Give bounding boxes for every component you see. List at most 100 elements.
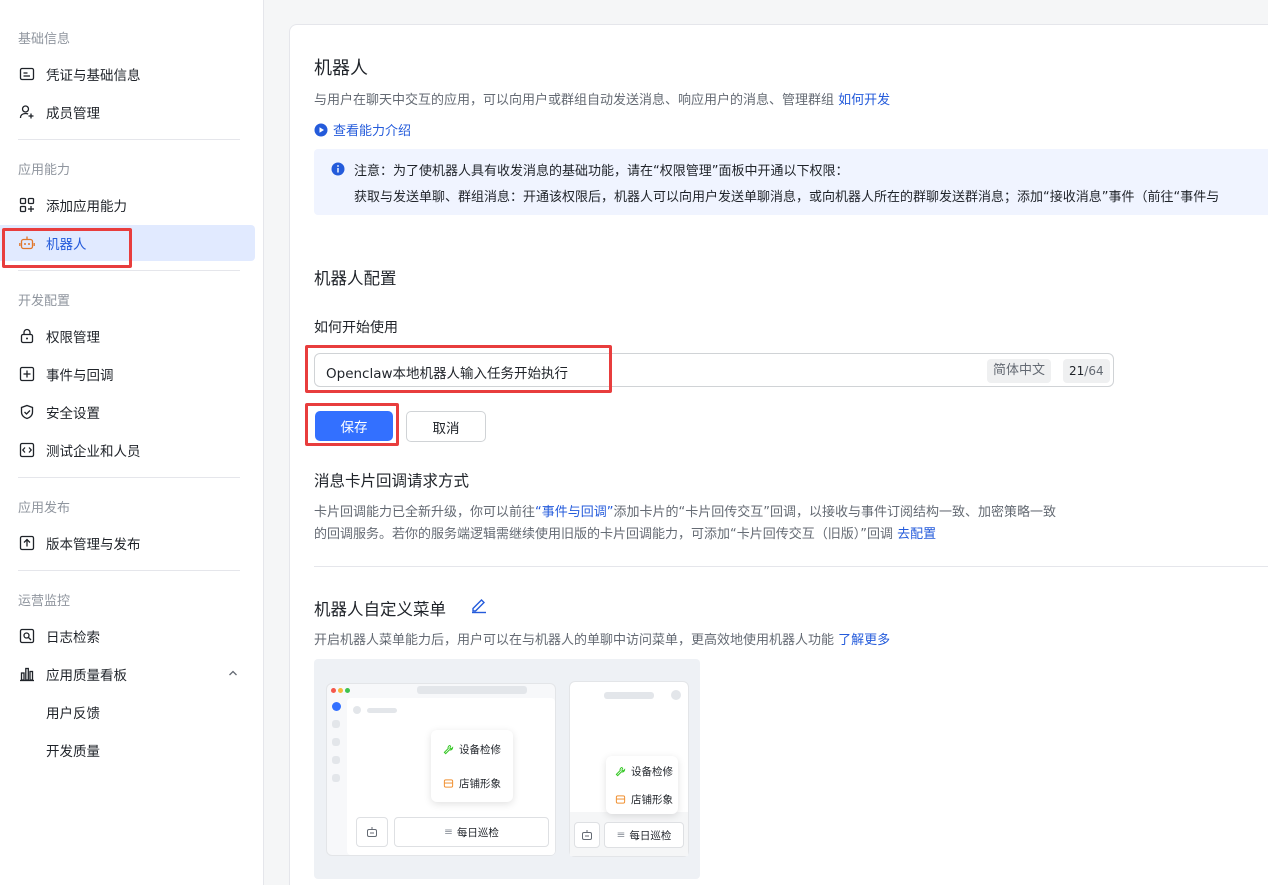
sidebar-item-label: 应用质量看板 bbox=[46, 668, 127, 684]
sidebar-item-dev-quality[interactable]: 开发质量 bbox=[0, 732, 255, 768]
play-circle-icon bbox=[314, 123, 328, 137]
sidebar-item-test-users[interactable]: 测试企业和人员 bbox=[0, 432, 255, 468]
custom-menu-title: 机器人自定义菜单 bbox=[314, 600, 446, 619]
demo-mobile-menu: 设备检修 店铺形象 bbox=[606, 756, 678, 814]
events-callback-link[interactable]: “事件与回调” bbox=[535, 505, 613, 520]
robot-icon bbox=[582, 830, 592, 840]
char-counter: 21/64 bbox=[1063, 359, 1110, 383]
apps-add-icon bbox=[18, 196, 36, 214]
sidebar-item-logs[interactable]: 日志检索 bbox=[0, 618, 255, 654]
sidebar-item-events[interactable]: 事件与回调 bbox=[0, 356, 255, 392]
callback-desc-line-1: 卡片回调能力已全新升级，你可以前往“事件与回调”添加卡片的“卡片回传交互”回调，… bbox=[314, 505, 1056, 520]
notice-line-1: 注意：为了使机器人具有收发消息的基础功能，请在“权限管理”面板中开通以下权限： bbox=[354, 164, 849, 179]
section-title-monitoring: 运营监控 bbox=[18, 594, 71, 609]
sidebar-item-versions[interactable]: 版本管理与发布 bbox=[0, 525, 255, 561]
store-icon bbox=[615, 795, 626, 804]
wrench-icon bbox=[443, 744, 454, 755]
plus-square-icon bbox=[18, 365, 36, 383]
desktop-mock: 设备检修 店铺形象 ≡ 每日巡检 bbox=[326, 683, 556, 856]
save-button[interactable]: 保存 bbox=[315, 411, 393, 441]
divider bbox=[18, 477, 240, 478]
bar-chart-icon bbox=[18, 665, 36, 683]
code-icon bbox=[18, 441, 36, 459]
permission-notice: 注意：为了使机器人具有收发消息的基础功能，请在“权限管理”面板中开通以下权限： … bbox=[314, 149, 1268, 215]
window-dot bbox=[338, 688, 343, 693]
sidebar-item-label: 凭证与基础信息 bbox=[46, 68, 141, 84]
demo-menu-item: 设备检修 bbox=[443, 742, 501, 757]
sidebar-item-label: 事件与回调 bbox=[46, 368, 114, 384]
demo-daily-check-button: ≡ 每日巡检 bbox=[604, 822, 684, 848]
go-configure-link[interactable]: 去配置 bbox=[897, 527, 936, 542]
edit-icon[interactable] bbox=[470, 596, 488, 618]
sidebar: 基础信息 凭证与基础信息 成员管理 应用能力 添加应用能力 机器人 开发配置 权… bbox=[0, 0, 264, 885]
demo-menu-item: 店铺形象 bbox=[615, 792, 673, 807]
info-icon bbox=[331, 162, 345, 180]
how-to-start-label: 如何开始使用 bbox=[314, 320, 398, 336]
sidebar-item-label: 开发质量 bbox=[46, 744, 100, 760]
how-to-develop-link[interactable]: 如何开发 bbox=[838, 93, 890, 108]
store-icon bbox=[443, 779, 454, 788]
sidebar-item-label: 用户反馈 bbox=[46, 706, 100, 722]
robot-config-title: 机器人配置 bbox=[314, 269, 397, 288]
notice-line-2: 获取与发送单聊、群组消息：开通该权限后，机器人可以向用户发送单聊消息，或向机器人… bbox=[354, 190, 1220, 205]
callback-desc-line-2: 的回调服务。若你的服务端逻辑需继续使用旧版的卡片回调能力，可添加“卡片回传交互（… bbox=[314, 527, 937, 542]
demo-menu-item: 店铺形象 bbox=[443, 776, 501, 791]
page-title: 机器人 bbox=[314, 58, 368, 79]
divider bbox=[18, 270, 240, 271]
id-card-icon bbox=[18, 65, 36, 83]
callback-title: 消息卡片回调请求方式 bbox=[314, 472, 470, 490]
robot-icon bbox=[18, 234, 36, 252]
learn-more-link[interactable]: 了解更多 bbox=[838, 633, 890, 648]
robot-icon bbox=[367, 827, 377, 837]
sidebar-item-label: 机器人 bbox=[46, 237, 87, 253]
sidebar-item-members[interactable]: 成员管理 bbox=[0, 94, 255, 130]
capability-intro-link[interactable]: 查看能力介绍 bbox=[314, 120, 411, 139]
main-panel: 机器人 与用户在聊天中交互的应用，可以向用户或群组自动发送消息、响应用户的消息、… bbox=[289, 24, 1268, 885]
shield-icon bbox=[18, 403, 36, 421]
mobile-mock: 设备检修 店铺形象 ≡ 每日巡检 bbox=[569, 681, 689, 857]
menu-lines-icon: ≡ bbox=[444, 826, 453, 838]
chevron-up-icon[interactable] bbox=[227, 667, 239, 683]
how-to-start-value: Openclaw本地机器人输入任务开始执行 bbox=[326, 366, 569, 382]
demo-daily-check-button: ≡ 每日巡检 bbox=[394, 817, 549, 847]
sidebar-item-permissions[interactable]: 权限管理 bbox=[0, 318, 255, 354]
sidebar-item-label: 版本管理与发布 bbox=[46, 537, 141, 553]
add-user-icon bbox=[18, 103, 36, 121]
sidebar-item-label: 添加应用能力 bbox=[46, 199, 127, 215]
app-logo-icon bbox=[332, 702, 341, 711]
lock-icon bbox=[18, 327, 36, 345]
upload-icon bbox=[18, 534, 36, 552]
sidebar-item-user-feedback[interactable]: 用户反馈 bbox=[0, 694, 255, 730]
sidebar-item-security[interactable]: 安全设置 bbox=[0, 394, 255, 430]
section-title-basic: 基础信息 bbox=[18, 32, 71, 47]
divider bbox=[18, 139, 240, 140]
page-description: 与用户在聊天中交互的应用，可以向用户或群组自动发送消息、响应用户的消息、管理群组… bbox=[314, 93, 891, 108]
sidebar-item-label: 测试企业和人员 bbox=[46, 444, 141, 460]
custom-menu-desc: 开启机器人菜单能力后，用户可以在与机器人的单聊中访问菜单，更高效地使用机器人功能… bbox=[314, 633, 891, 648]
demo-robot-button bbox=[356, 817, 388, 847]
menu-lines-icon: ≡ bbox=[616, 829, 626, 841]
demo-robot-button bbox=[574, 822, 600, 848]
divider bbox=[18, 570, 240, 571]
sidebar-item-label: 权限管理 bbox=[46, 330, 100, 346]
log-search-icon bbox=[18, 627, 36, 645]
custom-menu-illustration: 设备检修 店铺形象 ≡ 每日巡检 设备检修 店铺形象 ≡ 每日巡检 bbox=[314, 659, 700, 879]
sidebar-item-add-capability[interactable]: 添加应用能力 bbox=[0, 187, 255, 223]
window-dot bbox=[331, 688, 336, 693]
sidebar-item-label: 安全设置 bbox=[46, 406, 100, 422]
sidebar-item-robot[interactable]: 机器人 bbox=[0, 225, 255, 261]
sidebar-item-label: 日志检索 bbox=[46, 630, 100, 646]
how-to-start-input[interactable]: Openclaw本地机器人输入任务开始执行 简体中文 21/64 bbox=[314, 353, 1114, 387]
wrench-icon bbox=[615, 766, 626, 777]
section-divider bbox=[314, 566, 1268, 567]
section-title-capabilities: 应用能力 bbox=[18, 163, 71, 178]
section-title-dev-config: 开发配置 bbox=[18, 294, 71, 309]
cancel-button[interactable]: 取消 bbox=[406, 411, 486, 442]
sidebar-item-credentials[interactable]: 凭证与基础信息 bbox=[0, 56, 255, 92]
demo-menu: 设备检修 店铺形象 bbox=[431, 730, 513, 802]
language-tag[interactable]: 简体中文 bbox=[987, 359, 1052, 383]
window-dot bbox=[345, 688, 350, 693]
sidebar-item-quality-board[interactable]: 应用质量看板 bbox=[0, 656, 255, 692]
demo-menu-item: 设备检修 bbox=[615, 764, 673, 779]
sidebar-item-label: 成员管理 bbox=[46, 106, 100, 122]
